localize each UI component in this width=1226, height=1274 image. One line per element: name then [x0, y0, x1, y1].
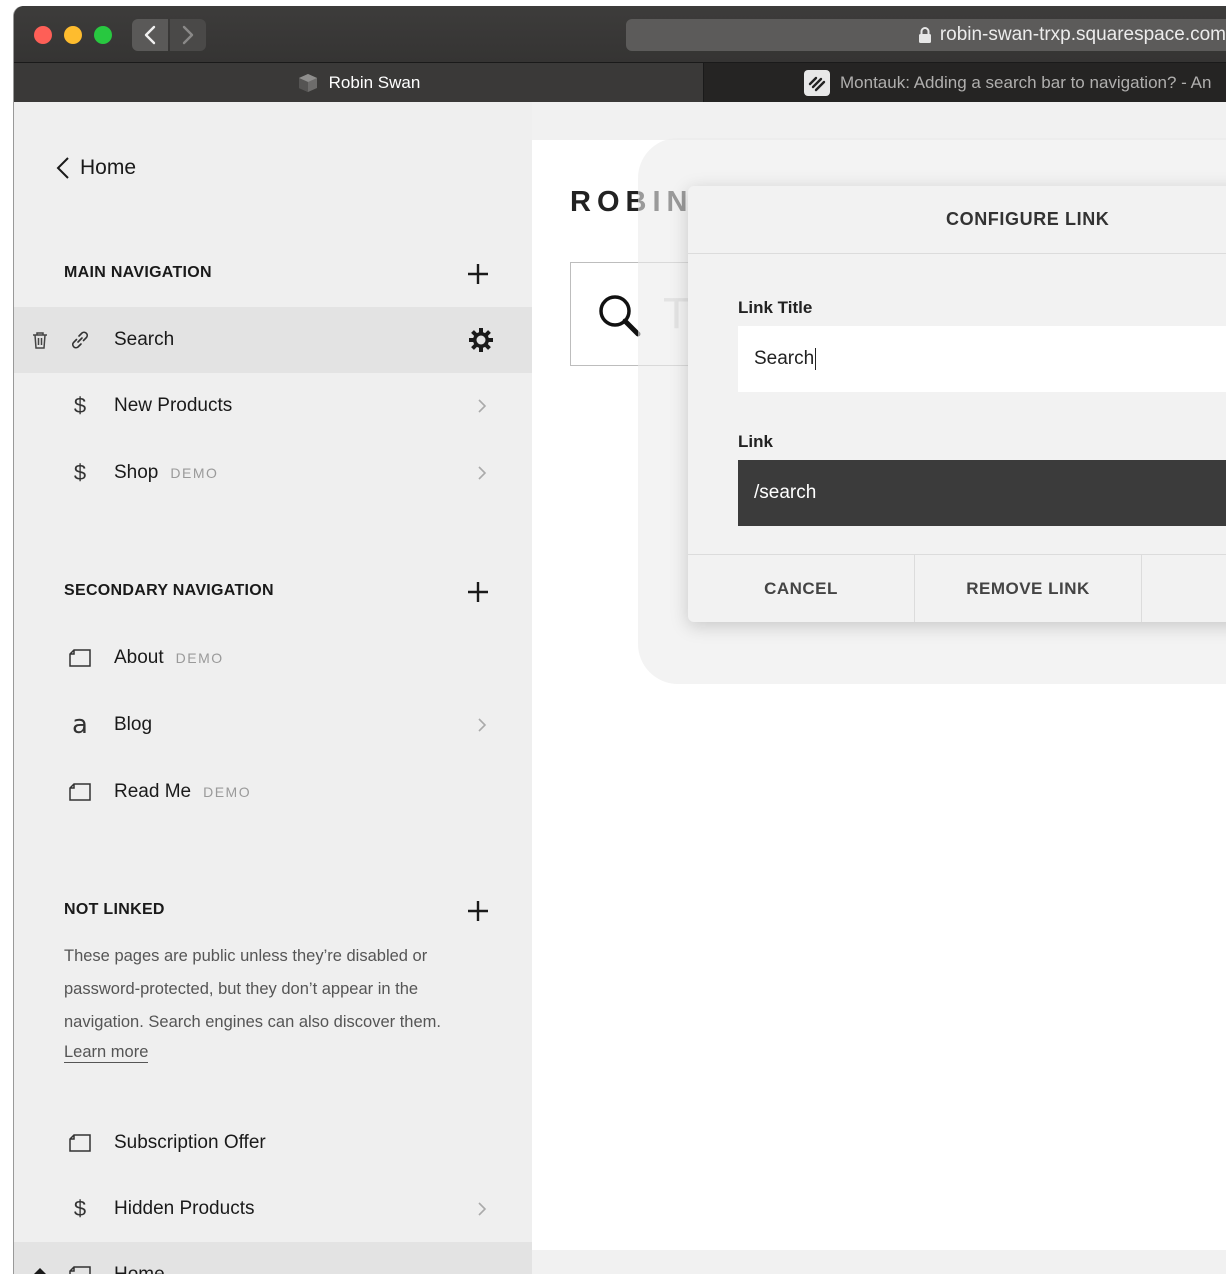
nav-item-shop[interactable]: $ Shop DEMO: [14, 440, 532, 506]
nav-item-text: Blog: [114, 714, 153, 735]
page-icon: [68, 646, 92, 670]
dialog-title: CONFIGURE LINK: [688, 186, 1226, 254]
link-input[interactable]: /search: [738, 460, 1226, 526]
nav-item-text: Shop: [114, 462, 159, 483]
tab-montauk[interactable]: Montauk: Adding a search bar to navigati…: [704, 63, 1226, 103]
nav-item-label: About DEMO: [114, 647, 224, 669]
learn-more-link[interactable]: Learn more: [64, 1042, 149, 1063]
forward-button[interactable]: [170, 19, 206, 51]
chevron-right-icon: [478, 466, 487, 480]
link-label: Link: [738, 432, 773, 451]
back-button[interactable]: [132, 19, 168, 51]
squarespace-cube-icon: [298, 74, 317, 92]
nav-item-label: Subscription Offer: [114, 1132, 266, 1154]
chevron-left-icon: [144, 25, 156, 45]
nav-item-label: Read Me DEMO: [114, 781, 251, 803]
tab-label: Robin Swan: [328, 73, 421, 92]
nav-item-hidden-products[interactable]: $ Hidden Products: [14, 1176, 532, 1242]
nav-item-text: Search: [114, 329, 175, 350]
configure-link-dialog: CONFIGURE LINK Link Title Search Link /s…: [688, 186, 1226, 622]
nav-item-label: Hidden Products: [114, 1198, 254, 1220]
demo-badge: DEMO: [203, 784, 252, 800]
blog-icon: a: [72, 710, 88, 740]
not-linked-description: These pages are public unless they’re di…: [64, 947, 441, 1031]
not-linked-title: NOT LINKED: [64, 901, 165, 918]
main-navigation-title: MAIN NAVIGATION: [64, 264, 212, 281]
add-main-nav-icon[interactable]: [466, 262, 490, 286]
chevron-right-icon: [182, 25, 194, 45]
zoom-window-button[interactable]: [94, 26, 112, 44]
pages-sidebar: Home MAIN NAVIGATION Search $ New Produc…: [14, 102, 532, 1274]
title-bar: robin-swan-trxp.squarespace.com: [14, 6, 1226, 62]
address-bar[interactable]: robin-swan-trxp.squarespace.com: [626, 19, 1226, 51]
nav-item-home[interactable]: Home: [14, 1242, 532, 1274]
link-value: /search: [754, 482, 817, 503]
link-title-input[interactable]: Search: [738, 326, 1226, 392]
nav-item-about[interactable]: About DEMO: [14, 625, 532, 691]
nav-item-search[interactable]: Search: [14, 307, 532, 373]
home-back-link[interactable]: Home: [56, 156, 136, 180]
dollar-icon: $: [73, 1196, 87, 1221]
nav-item-new-products[interactable]: $ New Products: [14, 373, 532, 439]
dialog-footer: CANCEL REMOVE LINK: [688, 554, 1226, 622]
tab-robin-swan[interactable]: Robin Swan: [14, 63, 704, 103]
save-button[interactable]: [1142, 555, 1226, 622]
link-title-value: Search: [754, 348, 815, 369]
nav-item-label: Blog: [114, 714, 152, 736]
nav-item-text: Subscription Offer: [114, 1132, 266, 1153]
nav-item-blog[interactable]: a Blog: [14, 692, 532, 758]
demo-badge: DEMO: [175, 650, 224, 666]
nav-item-label: Search: [114, 329, 174, 351]
nav-item-text: Read Me: [114, 781, 192, 802]
add-not-linked-icon[interactable]: [466, 899, 490, 923]
tab-label: Montauk: Adding a search bar to navigati…: [840, 73, 1212, 92]
page-icon: [68, 1263, 92, 1274]
squarespace-logo-icon: [804, 70, 830, 96]
search-icon: [599, 295, 641, 337]
cancel-button[interactable]: CANCEL: [688, 555, 915, 622]
nav-item-text: Hidden Products: [114, 1198, 255, 1219]
text-caret: [815, 348, 817, 370]
minimize-window-button[interactable]: [64, 26, 82, 44]
nav-item-label: Home: [114, 1264, 165, 1274]
nav-item-subscription-offer[interactable]: Subscription Offer: [14, 1110, 532, 1176]
home-icon: [34, 1268, 46, 1274]
lock-icon: [918, 27, 931, 43]
demo-badge: DEMO: [170, 465, 219, 481]
nav-item-label: New Products: [114, 395, 232, 417]
dollar-icon: $: [73, 460, 87, 485]
remove-link-button[interactable]: REMOVE LINK: [915, 555, 1142, 622]
nav-item-label: Shop DEMO: [114, 462, 218, 484]
chevron-right-icon: [478, 718, 487, 732]
chevron-left-icon: [56, 157, 69, 179]
nav-item-text: New Products: [114, 395, 233, 416]
url-text: robin-swan-trxp.squarespace.com: [939, 24, 1226, 45]
page-icon: [68, 780, 92, 804]
link-title-label: Link Title: [738, 298, 813, 317]
home-label: Home: [80, 156, 137, 179]
trash-icon[interactable]: [32, 331, 48, 349]
page-icon: [68, 1131, 92, 1155]
gear-icon[interactable]: [468, 327, 494, 353]
chevron-right-icon: [478, 1202, 487, 1216]
add-secondary-nav-icon[interactable]: [466, 580, 490, 604]
nav-item-read-me[interactable]: Read Me DEMO: [14, 759, 532, 825]
dollar-icon: $: [73, 393, 87, 418]
tab-bar: Robin Swan Montauk: Adding a search bar …: [14, 62, 1226, 103]
link-icon: [68, 328, 92, 352]
close-window-button[interactable]: [34, 26, 52, 44]
chevron-right-icon: [478, 399, 487, 413]
nav-item-text: About: [114, 647, 164, 668]
secondary-navigation-title: SECONDARY NAVIGATION: [64, 582, 274, 599]
nav-item-text: Home: [114, 1264, 165, 1274]
